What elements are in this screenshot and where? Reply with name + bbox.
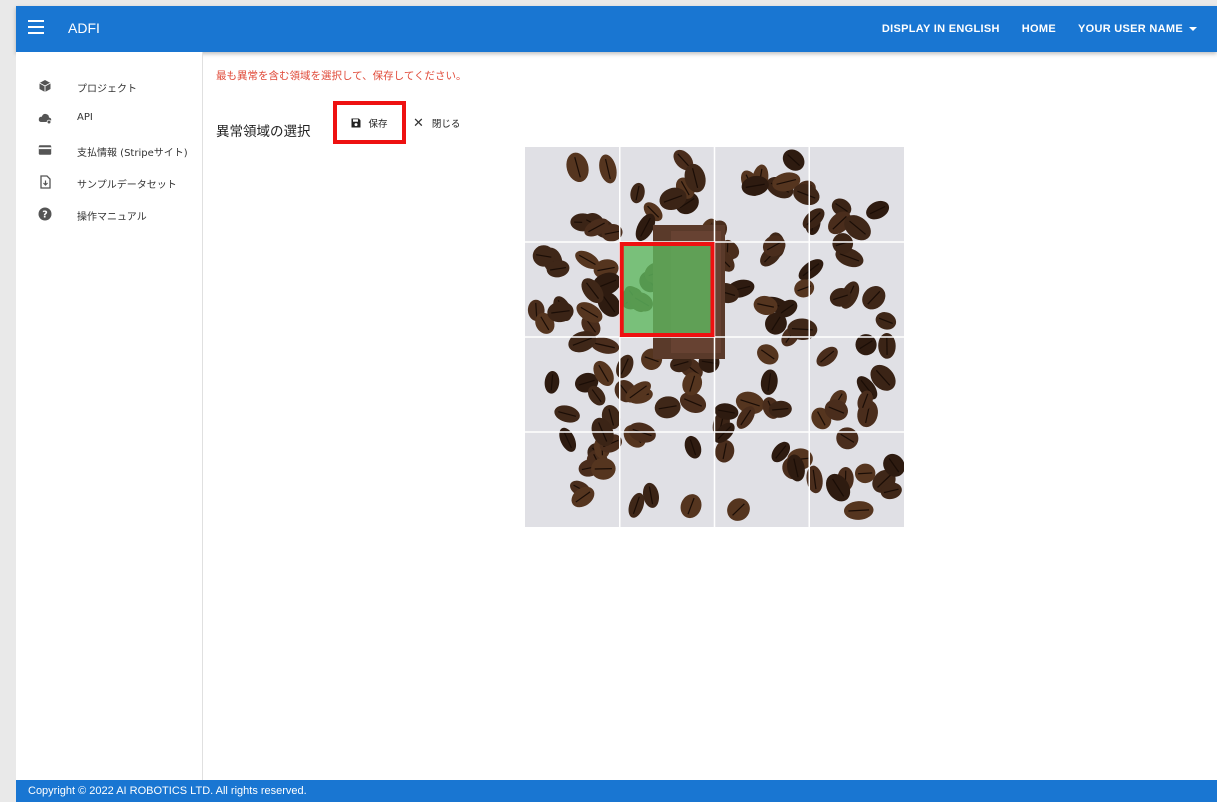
top-app-bar: ADFI DISPLAY IN ENGLISH HOME YOUR USER N… — [16, 6, 1217, 52]
anomaly-image-grid[interactable] — [525, 147, 905, 527]
cloud-icon — [38, 113, 52, 125]
sidebar: プロジェクト API 支払情報 (Stripeサイト) サンプルデータセット ?… — [16, 52, 203, 780]
user-menu-button[interactable]: YOUR USER NAME — [1067, 6, 1217, 52]
sidebar-item-billing[interactable]: 支払情報 (Stripeサイト) — [16, 136, 203, 164]
instruction-text: 最も異常を含む領域を選択して、保存してください。 — [216, 70, 467, 82]
home-button[interactable]: HOME — [1011, 6, 1067, 52]
coffee-beans-image — [525, 147, 905, 527]
sidebar-item-label: 操作マニュアル — [77, 212, 147, 223]
sidebar-item-api[interactable]: API — [16, 104, 203, 132]
grid-cell[interactable] — [620, 147, 715, 242]
section-title: 異常領域の選択 — [216, 124, 311, 140]
copyright-text: Copyright © 2022 AI ROBOTICS LTD. All ri… — [28, 785, 307, 797]
sidebar-item-manual[interactable]: ? 操作マニュアル — [16, 200, 203, 228]
grid-cell[interactable] — [809, 147, 904, 242]
save-button[interactable]: 保存 — [333, 101, 406, 144]
caret-down-icon — [1189, 27, 1197, 31]
close-icon: ✕ — [413, 115, 424, 131]
sidebar-item-label: プロジェクト — [77, 84, 137, 95]
app-title: ADFI — [68, 20, 100, 36]
menu-icon[interactable] — [28, 20, 44, 38]
svg-text:?: ? — [42, 210, 48, 221]
grid-cell[interactable] — [715, 242, 810, 337]
grid-cell[interactable] — [715, 147, 810, 242]
user-name-label: YOUR USER NAME — [1077, 23, 1183, 35]
display-in-english-label: DISPLAY IN ENGLISH — [881, 23, 1000, 35]
cube-icon — [39, 80, 51, 92]
file-download-icon — [40, 175, 51, 189]
help-circle-icon: ? — [38, 207, 52, 221]
grid-cell[interactable] — [525, 432, 620, 527]
sidebar-item-projects[interactable]: プロジェクト — [16, 72, 203, 100]
display-in-english-button[interactable]: DISPLAY IN ENGLISH — [871, 6, 1011, 52]
app-window: ADFI DISPLAY IN ENGLISH HOME YOUR USER N… — [16, 6, 1217, 802]
top-actions: DISPLAY IN ENGLISH HOME YOUR USER NAME — [871, 6, 1217, 52]
sidebar-item-label: 支払情報 (Stripeサイト) — [77, 148, 188, 159]
grid-cell[interactable] — [809, 432, 904, 527]
grid-cell[interactable] — [715, 432, 810, 527]
grid-cell[interactable] — [809, 337, 904, 432]
close-label: 閉じる — [431, 119, 461, 130]
sidebar-item-sample-dataset[interactable]: サンプルデータセット — [16, 168, 203, 196]
grid-cell-selected[interactable] — [619, 242, 715, 337]
grid-cell[interactable] — [715, 337, 810, 432]
grid-cell[interactable] — [620, 432, 715, 527]
grid-cell[interactable] — [525, 337, 620, 432]
grid-cell[interactable] — [809, 242, 904, 337]
credit-card-icon — [38, 145, 52, 155]
home-label: HOME — [1021, 23, 1056, 35]
sidebar-item-label: サンプルデータセット — [77, 180, 177, 191]
grid-cell[interactable] — [620, 337, 715, 432]
footer: Copyright © 2022 AI ROBOTICS LTD. All ri… — [16, 780, 1217, 802]
sidebar-item-label: API — [77, 112, 93, 123]
save-label: 保存 — [368, 118, 388, 130]
grid-cell[interactable] — [525, 147, 620, 242]
save-icon — [351, 118, 361, 127]
grid-cell[interactable] — [525, 242, 620, 337]
close-button[interactable]: ✕ 閉じる — [413, 114, 460, 132]
